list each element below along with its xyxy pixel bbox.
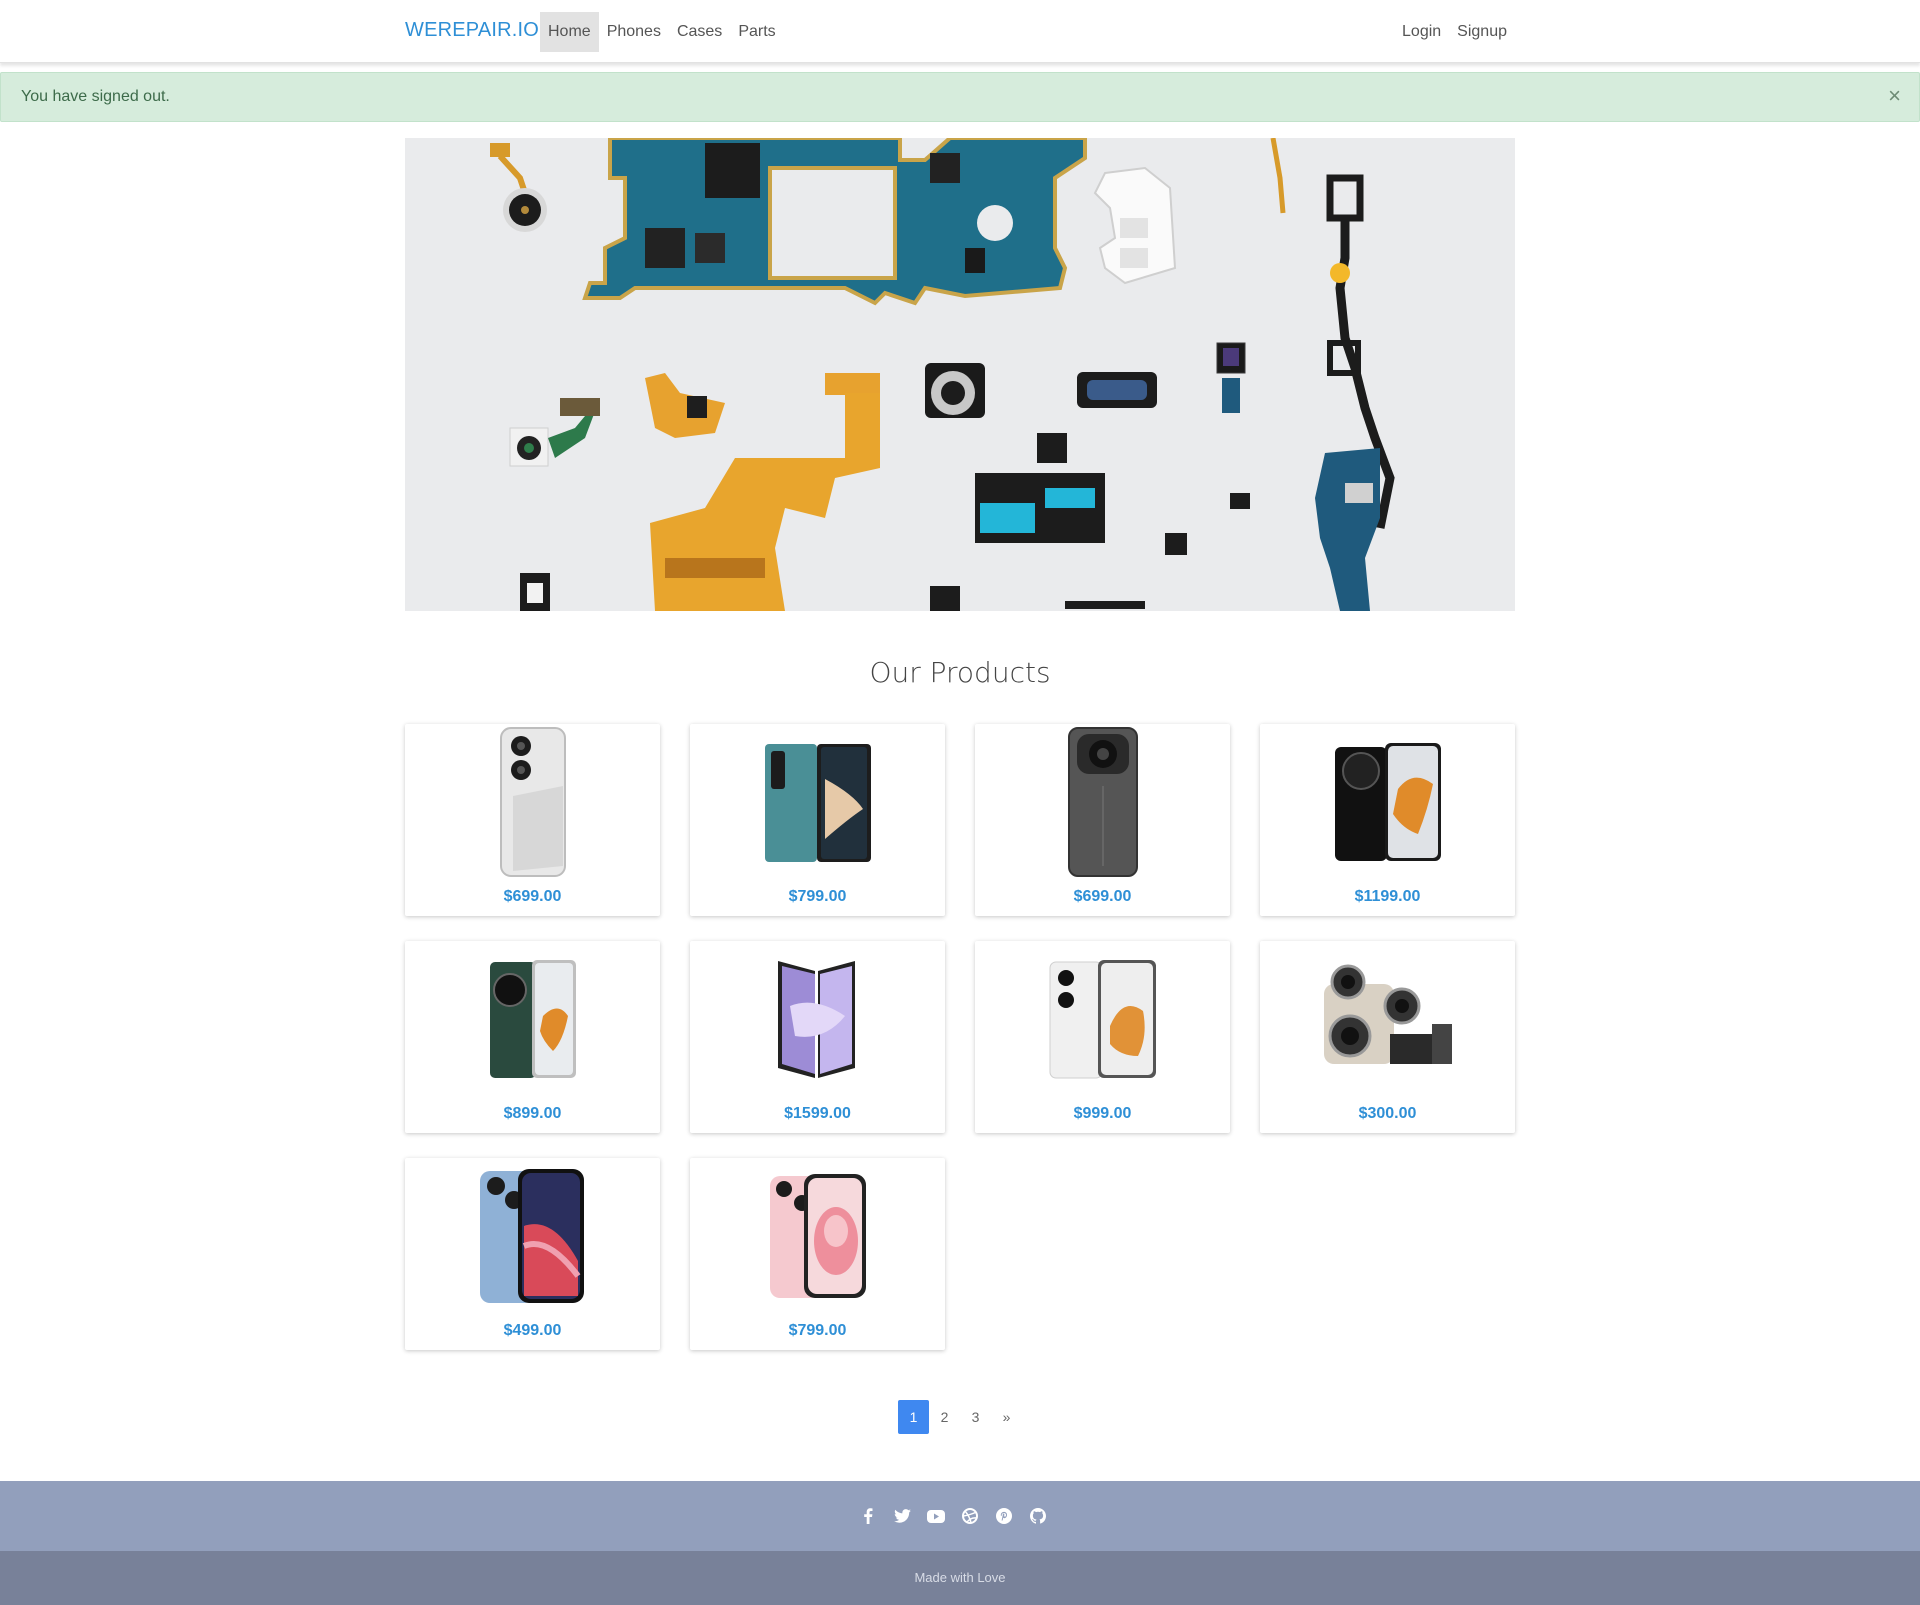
- product-price: $1599.00: [784, 1105, 851, 1122]
- alert-message: You have signed out.: [21, 88, 170, 105]
- auth-links: Login Signup: [1394, 12, 1515, 52]
- product-card[interactable]: $999.00: [975, 941, 1230, 1133]
- nav-link-home[interactable]: Home: [540, 12, 599, 52]
- product-price: $699.00: [1073, 888, 1132, 905]
- product-card[interactable]: $799.00: [690, 1158, 945, 1350]
- footer-social-bar: [0, 1481, 1920, 1551]
- hero-image: [405, 138, 1515, 611]
- motherboard-part: [582, 138, 1087, 306]
- nav-link-phones[interactable]: Phones: [599, 12, 669, 52]
- product-price: $999.00: [1073, 1105, 1132, 1122]
- product-image: [405, 941, 660, 1096]
- youtube-icon[interactable]: [926, 1506, 946, 1526]
- product-price: $499.00: [503, 1322, 562, 1339]
- product-price: $699.00: [503, 888, 562, 905]
- page-next[interactable]: »: [991, 1400, 1022, 1434]
- product-card[interactable]: $1199.00: [1260, 724, 1515, 916]
- product-card[interactable]: $300.00: [1260, 941, 1515, 1133]
- rear-camera-part: [925, 363, 985, 418]
- social-links: [858, 1506, 1048, 1526]
- product-card[interactable]: $499.00: [405, 1158, 660, 1350]
- product-image: [405, 724, 660, 879]
- page-link-2[interactable]: 2: [929, 1400, 960, 1434]
- product-price: $300.00: [1358, 1105, 1417, 1122]
- page-link-3[interactable]: 3: [960, 1400, 991, 1434]
- nav-links: Home Phones Cases Parts: [540, 12, 784, 52]
- product-card[interactable]: $699.00: [405, 724, 660, 916]
- product-price: $799.00: [788, 888, 847, 905]
- product-card[interactable]: $1599.00: [690, 941, 945, 1133]
- alert-close-button[interactable]: ×: [1888, 84, 1901, 108]
- pinterest-icon[interactable]: [994, 1506, 1014, 1526]
- product-image: [975, 941, 1230, 1096]
- pagination: 1 2 3 »: [898, 1400, 1022, 1434]
- product-image: [1260, 724, 1515, 879]
- navbar: WEREPAIR.IO Home Phones Cases Parts Logi…: [0, 0, 1920, 63]
- nav-link-parts[interactable]: Parts: [730, 12, 783, 52]
- signout-alert: You have signed out. ×: [0, 72, 1920, 122]
- facebook-icon[interactable]: [858, 1506, 878, 1526]
- twitter-icon[interactable]: [892, 1506, 912, 1526]
- product-card[interactable]: $699.00: [975, 724, 1230, 916]
- button-flex-part: [1077, 372, 1157, 408]
- product-price: $799.00: [788, 1322, 847, 1339]
- nav-link-cases[interactable]: Cases: [669, 12, 730, 52]
- brand-logo[interactable]: WEREPAIR.IO: [405, 19, 539, 42]
- page-link-1[interactable]: 1: [898, 1400, 929, 1434]
- product-price: $1199.00: [1354, 888, 1421, 905]
- product-image: [1260, 941, 1515, 1096]
- product-image: [690, 1158, 945, 1313]
- footer-text: Made with Love: [914, 1570, 1006, 1585]
- product-card[interactable]: $799.00: [690, 724, 945, 916]
- login-link[interactable]: Login: [1394, 12, 1449, 52]
- product-image: [690, 941, 945, 1096]
- dribbble-icon[interactable]: [960, 1506, 980, 1526]
- products-heading: Our Products: [869, 656, 1051, 689]
- github-icon[interactable]: [1028, 1506, 1048, 1526]
- signup-link[interactable]: Signup: [1449, 12, 1515, 52]
- footer-bottom: Made with Love: [0, 1551, 1920, 1605]
- product-image: [405, 1158, 660, 1313]
- product-image: [975, 724, 1230, 879]
- product-image: [690, 724, 945, 879]
- product-card[interactable]: $899.00: [405, 941, 660, 1133]
- product-price: $899.00: [503, 1105, 562, 1122]
